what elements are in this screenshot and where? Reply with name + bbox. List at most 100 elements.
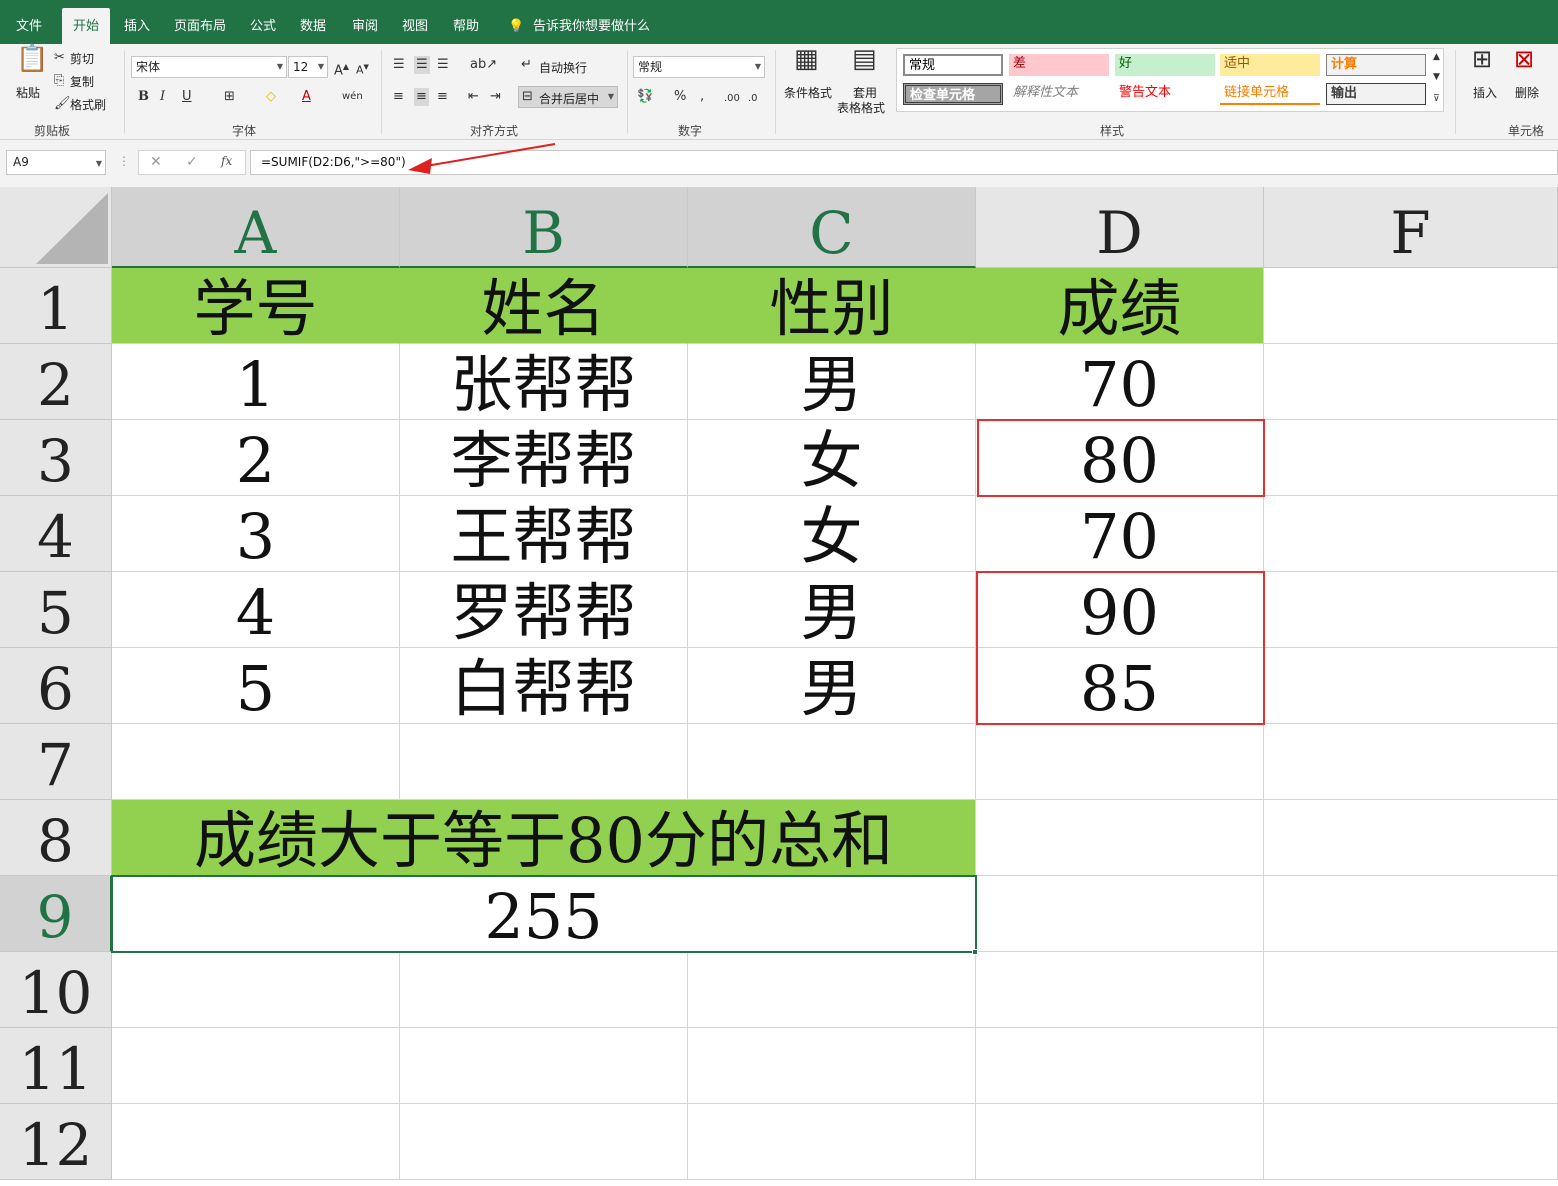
cell-d3[interactable]: 80 (976, 420, 1264, 496)
row-header-5[interactable]: 5 (0, 572, 112, 648)
align-bottom-icon[interactable]: ☰ (437, 56, 449, 74)
cell-b3[interactable]: 李帮帮 (400, 420, 688, 496)
style-linked-cell[interactable]: 链接单元格 (1220, 83, 1320, 105)
percent-button[interactable]: % (674, 88, 686, 106)
tab-insert[interactable]: 插入 (124, 8, 150, 44)
font-name-select[interactable]: 宋体 ▼ (131, 56, 287, 78)
decrease-indent-icon[interactable]: ⇤ (468, 88, 479, 106)
cell-a12[interactable] (112, 1104, 400, 1180)
cell-b10[interactable] (400, 952, 688, 1028)
cell-d2[interactable]: 70 (976, 344, 1264, 420)
cell-f8[interactable] (1264, 800, 1558, 876)
cancel-icon[interactable]: ✕ (150, 154, 162, 170)
cell-d10[interactable] (976, 952, 1264, 1028)
insert-cells-button[interactable]: 插入 (1473, 84, 1497, 101)
cell-c11[interactable] (688, 1028, 976, 1104)
enter-icon[interactable]: ✓ (186, 154, 198, 170)
cell-d9[interactable] (976, 876, 1264, 952)
cell-d4[interactable]: 70 (976, 496, 1264, 572)
row-header-9[interactable]: 9 (0, 876, 112, 952)
align-top-icon[interactable]: ☰ (393, 56, 405, 74)
cell-d8[interactable] (976, 800, 1264, 876)
orientation-icon[interactable]: ab↗ (470, 56, 497, 74)
italic-button[interactable]: I (160, 88, 165, 106)
conditional-format-button[interactable]: 条件格式 (784, 84, 832, 101)
style-calculation[interactable]: 计算 (1326, 54, 1426, 76)
fill-color-icon[interactable]: ◇ (266, 88, 276, 106)
cell-b1[interactable]: 姓名 (400, 268, 688, 344)
font-size-select[interactable]: 12 ▼ (288, 56, 328, 78)
cell-b6[interactable]: 白帮帮 (400, 648, 688, 724)
cell-d6[interactable]: 85 (976, 648, 1264, 724)
style-neutral[interactable]: 适中 (1220, 54, 1320, 76)
copy-button[interactable]: 复制 (70, 73, 94, 90)
row-header-8[interactable]: 8 (0, 800, 112, 876)
cell-f6[interactable] (1264, 648, 1558, 724)
cell-c1[interactable]: 性别 (688, 268, 976, 344)
name-box[interactable]: A9 ▼ (6, 150, 106, 175)
cell-c5[interactable]: 男 (688, 572, 976, 648)
cell-c2[interactable]: 男 (688, 344, 976, 420)
column-header-a[interactable]: A (112, 187, 400, 268)
style-output[interactable]: 输出 (1326, 83, 1426, 105)
increase-font-icon[interactable]: A▲ (334, 58, 349, 80)
tab-file[interactable]: 文件 (16, 8, 42, 44)
tab-formulas[interactable]: 公式 (250, 8, 276, 44)
cell-f11[interactable] (1264, 1028, 1558, 1104)
cell-c10[interactable] (688, 952, 976, 1028)
cell-c12[interactable] (688, 1104, 976, 1180)
cell-f1[interactable] (1264, 268, 1558, 344)
table-format-line2[interactable]: 表格格式 (837, 99, 885, 116)
row-header-7[interactable]: 7 (0, 724, 112, 800)
column-header-d[interactable]: D (976, 187, 1264, 268)
fill-handle[interactable] (972, 949, 978, 955)
cell-f4[interactable] (1264, 496, 1558, 572)
phonetic-icon[interactable]: wén (342, 88, 363, 106)
style-explanatory[interactable]: 解释性文本 (1009, 83, 1109, 105)
cell-d5[interactable]: 90 (976, 572, 1264, 648)
worksheet-grid[interactable]: A B C D F 1 2 3 4 5 6 7 8 9 10 11 12 学号 … (0, 187, 1558, 1180)
row-header-2[interactable]: 2 (0, 344, 112, 420)
tab-help[interactable]: 帮助 (453, 8, 479, 44)
select-all-button[interactable] (0, 187, 112, 268)
tab-data[interactable]: 数据 (300, 8, 326, 44)
increase-indent-icon[interactable]: ⇥ (490, 88, 501, 106)
tab-view[interactable]: 视图 (402, 8, 428, 44)
cell-b5[interactable]: 罗帮帮 (400, 572, 688, 648)
cell-d7[interactable] (976, 724, 1264, 800)
gallery-scroll-up-icon[interactable]: ▲ (1433, 48, 1440, 66)
cell-b11[interactable] (400, 1028, 688, 1104)
row-header-6[interactable]: 6 (0, 648, 112, 724)
underline-button[interactable]: U (182, 88, 192, 106)
cell-b7[interactable] (400, 724, 688, 800)
tab-home[interactable]: 开始 (62, 8, 110, 44)
merge-center-button[interactable]: ⊟ 合并后居中 ▼ (518, 86, 618, 108)
cell-c7[interactable] (688, 724, 976, 800)
font-color-icon[interactable]: A (302, 88, 311, 106)
cell-d1[interactable]: 成绩 (976, 268, 1264, 344)
delete-cells-button[interactable]: 删除 (1515, 84, 1539, 101)
cell-d12[interactable] (976, 1104, 1264, 1180)
decrease-font-icon[interactable]: A▼ (356, 58, 369, 80)
cell-c4[interactable]: 女 (688, 496, 976, 572)
cell-f3[interactable] (1264, 420, 1558, 496)
cell-a2[interactable]: 1 (112, 344, 400, 420)
column-header-b[interactable]: B (400, 187, 688, 268)
cell-a7[interactable] (112, 724, 400, 800)
align-middle-icon[interactable]: ☰ (414, 56, 430, 74)
cell-f2[interactable] (1264, 344, 1558, 420)
cell-d11[interactable] (976, 1028, 1264, 1104)
style-bad[interactable]: 差 (1009, 54, 1109, 76)
style-good[interactable]: 好 (1115, 54, 1215, 76)
cell-c3[interactable]: 女 (688, 420, 976, 496)
increase-decimal-icon[interactable]: .00 (724, 90, 740, 108)
summary-value-cell[interactable]: 255 (112, 876, 976, 952)
cut-button[interactable]: 剪切 (70, 50, 94, 67)
column-header-f[interactable]: F (1264, 187, 1558, 268)
cell-a4[interactable]: 3 (112, 496, 400, 572)
row-header-12[interactable]: 12 (0, 1104, 112, 1180)
currency-icon[interactable]: 💱 (637, 88, 653, 106)
row-header-1[interactable]: 1 (0, 268, 112, 344)
cell-a5[interactable]: 4 (112, 572, 400, 648)
cell-f7[interactable] (1264, 724, 1558, 800)
